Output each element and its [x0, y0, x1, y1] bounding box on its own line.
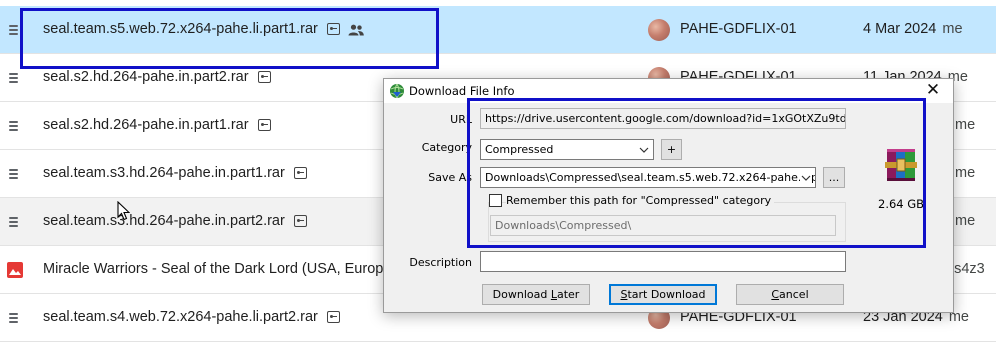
- description-field[interactable]: [480, 251, 846, 272]
- drag-handle-icon[interactable]: [9, 73, 18, 83]
- download-later-text: Download: [492, 288, 551, 301]
- file-name: seal.team.s4.web.72.x264-pahe.li.part2.r…: [43, 309, 340, 325]
- idm-globe-icon: [390, 83, 404, 99]
- file-name: seal.s2.hd.264-pahe.in.part2.rar: [43, 69, 271, 85]
- file-name-text: seal.s2.hd.264-pahe.in.part2.rar: [43, 69, 249, 85]
- encrypted-icon: [293, 167, 307, 179]
- dialog-title: Download File Info: [409, 84, 515, 98]
- highlight-box-file-name: [20, 8, 439, 69]
- encrypted-icon: [257, 71, 271, 83]
- encrypted-icon: [257, 119, 271, 131]
- file-name-text: seal.s2.hd.264-pahe.in.part1.rar: [43, 117, 249, 133]
- drag-handle-icon[interactable]: [9, 169, 18, 179]
- drag-handle-icon[interactable]: [9, 25, 18, 35]
- drag-handle-icon[interactable]: [9, 217, 18, 227]
- file-name-text: seal.team.s4.web.72.x264-pahe.li.part2.r…: [43, 309, 318, 325]
- file-name: Miracle Warriors - Seal of the Dark Lord…: [43, 261, 384, 277]
- drag-handle-icon[interactable]: [9, 121, 18, 131]
- owner-name: PAHE-GDFLIX-01: [680, 21, 797, 37]
- file-name-text: seal.team.s3.hd.264-pahe.in.part2.rar: [43, 213, 285, 229]
- file-name: seal.team.s3.hd.264-pahe.in.part2.rar: [43, 213, 307, 229]
- owner-avatar: [648, 19, 670, 41]
- close-button[interactable]: ✕: [922, 80, 944, 100]
- modified-by: me: [942, 21, 963, 37]
- cancel-hotkey: C: [771, 288, 780, 301]
- start-download-button[interactable]: Start Download: [609, 284, 717, 305]
- modified-date-text: 4 Mar 2024: [863, 21, 937, 37]
- start-download-text: tart Download: [627, 288, 706, 301]
- modified-by: me: [955, 117, 976, 133]
- encrypted-icon: [326, 311, 340, 323]
- file-name: seal.team.s3.hd.264-pahe.in.part1.rar: [43, 165, 307, 181]
- mouse-cursor-icon: [117, 201, 130, 221]
- cancel-text: ancel: [779, 288, 809, 301]
- save-as-label: Save As: [428, 171, 472, 184]
- download-later-text-tail: ater: [556, 288, 580, 301]
- file-name-text: seal.team.s3.hd.264-pahe.in.part1.rar: [43, 165, 285, 181]
- description-label: Description: [409, 256, 472, 269]
- file-name: seal.s2.hd.264-pahe.in.part1.rar: [43, 117, 271, 133]
- encrypted-icon: [293, 215, 307, 227]
- highlight-box-download-info: [467, 98, 926, 248]
- cancel-button[interactable]: Cancel: [736, 284, 844, 305]
- url-label: URL: [450, 113, 472, 126]
- category-label: Category: [421, 141, 472, 154]
- image-file-icon: [7, 262, 23, 278]
- modified-by: me: [955, 165, 976, 181]
- download-later-button[interactable]: Download Later: [482, 284, 590, 305]
- modified-date: 4 Mar 2024 me: [863, 21, 963, 37]
- modified-by: me: [955, 213, 976, 229]
